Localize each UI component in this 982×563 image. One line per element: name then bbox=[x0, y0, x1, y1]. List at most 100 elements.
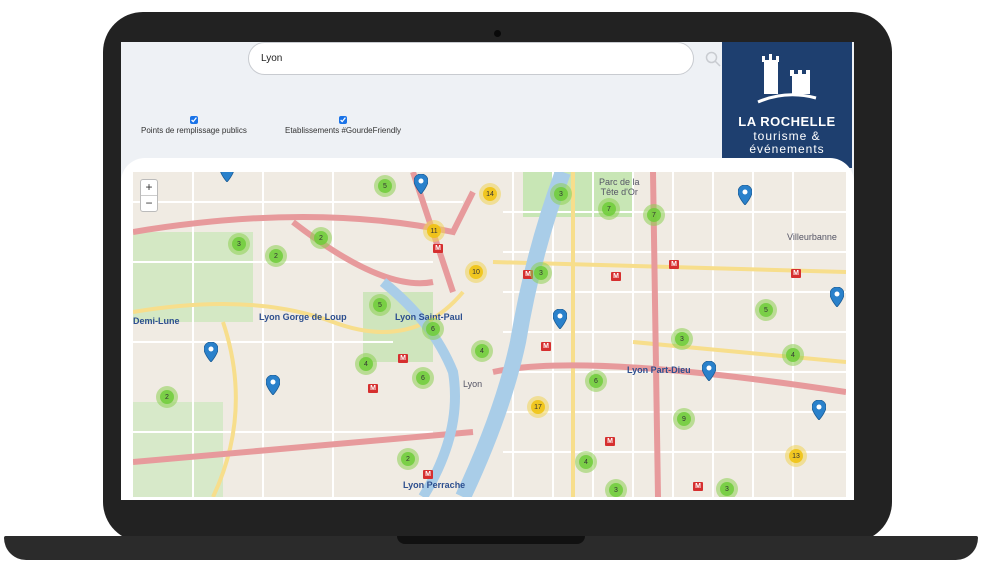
metro-icon: M bbox=[693, 482, 703, 491]
zoom-control: + − bbox=[140, 179, 158, 212]
metro-icon: M bbox=[368, 384, 378, 393]
marker-cluster-count: 6 bbox=[431, 325, 435, 333]
filter-gourde-friendly-label: Etablissements #GourdeFriendly bbox=[285, 126, 402, 135]
marker-cluster[interactable]: 3 bbox=[530, 262, 552, 284]
marker-cluster-count: 9 bbox=[682, 415, 686, 423]
marker-cluster[interactable]: 17 bbox=[527, 396, 549, 418]
marker-cluster-count: 2 bbox=[165, 393, 169, 401]
metro-icon: M bbox=[433, 244, 443, 253]
marker-cluster-count: 4 bbox=[791, 351, 795, 359]
marker-cluster[interactable]: 4 bbox=[471, 340, 493, 362]
search-input[interactable] bbox=[248, 42, 694, 75]
marker-cluster-count: 17 bbox=[534, 403, 542, 411]
label-lyon: Lyon bbox=[463, 379, 483, 389]
filter-public-refill-label: Points de remplissage publics bbox=[141, 126, 247, 135]
webcam bbox=[494, 30, 501, 37]
location-pin-icon[interactable] bbox=[830, 287, 844, 307]
marker-cluster-count: 4 bbox=[480, 347, 484, 355]
marker-cluster-count: 7 bbox=[652, 211, 656, 219]
metro-icon: M bbox=[541, 342, 551, 351]
label-lyon-perrache: Lyon Perrache bbox=[403, 480, 466, 490]
marker-cluster[interactable]: 6 bbox=[412, 367, 434, 389]
metro-icon: M bbox=[605, 437, 615, 446]
marker-cluster[interactable]: 4 bbox=[782, 344, 804, 366]
marker-cluster-count: 3 bbox=[237, 240, 241, 248]
filter-public-refill-checkbox[interactable] bbox=[189, 116, 198, 124]
map-background bbox=[133, 172, 846, 497]
marker-cluster-count: 3 bbox=[680, 335, 684, 343]
location-pin-icon[interactable] bbox=[266, 375, 280, 395]
marker-cluster-count: 10 bbox=[472, 268, 480, 276]
marker-cluster-count: 3 bbox=[725, 485, 729, 493]
location-pin-icon[interactable] bbox=[702, 361, 716, 381]
marker-cluster[interactable]: 7 bbox=[643, 204, 665, 226]
marker-cluster-count: 11 bbox=[430, 227, 438, 235]
marker-cluster-count: 5 bbox=[764, 306, 768, 314]
marker-cluster-count: 3 bbox=[559, 190, 563, 198]
marker-cluster-count: 2 bbox=[274, 252, 278, 260]
metro-icon: M bbox=[791, 269, 801, 278]
marker-cluster-count: 3 bbox=[614, 486, 618, 494]
label-lyon-gorge-de-loup: Lyon Gorge de Loup bbox=[259, 312, 347, 322]
marker-cluster[interactable]: 4 bbox=[355, 353, 377, 375]
metro-icon: M bbox=[423, 470, 433, 479]
marker-cluster-count: 13 bbox=[792, 452, 800, 460]
brand-name: LA ROCHELLE bbox=[738, 114, 836, 129]
screen: Points de remplissage publics Etablissem… bbox=[121, 42, 854, 500]
location-pin-icon[interactable] bbox=[220, 172, 234, 182]
laptop-hinge-notch bbox=[397, 536, 585, 544]
metro-icon: M bbox=[398, 354, 408, 363]
zoom-out-button[interactable]: − bbox=[141, 195, 157, 211]
brand-tagline-2: événements bbox=[749, 142, 825, 156]
location-pin-icon[interactable] bbox=[553, 309, 567, 329]
marker-cluster[interactable]: 9 bbox=[673, 408, 695, 430]
marker-cluster-count: 7 bbox=[607, 205, 611, 213]
marker-cluster[interactable]: 3 bbox=[716, 478, 738, 497]
location-pin-icon[interactable] bbox=[204, 342, 218, 362]
location-pin-icon[interactable] bbox=[812, 400, 826, 420]
filter-gourde-friendly-checkbox[interactable] bbox=[339, 116, 348, 124]
filter-gourde-friendly[interactable]: Etablissements #GourdeFriendly bbox=[285, 116, 401, 135]
metro-icon: M bbox=[669, 260, 679, 269]
marker-cluster-count: 4 bbox=[364, 360, 368, 368]
marker-cluster[interactable]: 10 bbox=[465, 261, 487, 283]
marker-cluster-count: 6 bbox=[421, 374, 425, 382]
marker-cluster[interactable]: 13 bbox=[785, 445, 807, 467]
label-villeurbanne: Villeurbanne bbox=[787, 232, 837, 242]
marker-cluster-count: 14 bbox=[486, 190, 494, 198]
filter-public-refill[interactable]: Points de remplissage publics bbox=[141, 116, 247, 135]
marker-cluster[interactable]: 5 bbox=[755, 299, 777, 321]
metro-icon: M bbox=[611, 272, 621, 281]
brand-logo-panel: LA ROCHELLE tourisme & événements bbox=[722, 42, 852, 168]
zoom-in-button[interactable]: + bbox=[141, 180, 157, 195]
marker-cluster[interactable]: 6 bbox=[422, 318, 444, 340]
marker-cluster[interactable]: 3 bbox=[228, 233, 250, 255]
marker-cluster-count: 2 bbox=[319, 234, 323, 242]
marker-cluster[interactable]: 6 bbox=[585, 370, 607, 392]
marker-cluster[interactable]: 2 bbox=[310, 227, 332, 249]
map[interactable]: + − Parc de la Tête d'Or Villeurbanne Ly… bbox=[133, 172, 846, 497]
marker-cluster[interactable]: 4 bbox=[575, 451, 597, 473]
marker-cluster-count: 5 bbox=[378, 301, 382, 309]
marker-cluster[interactable]: 2 bbox=[265, 245, 287, 267]
marker-cluster[interactable]: 14 bbox=[479, 183, 501, 205]
marker-cluster[interactable]: 7 bbox=[598, 198, 620, 220]
marker-cluster[interactable]: 2 bbox=[156, 386, 178, 408]
location-pin-icon[interactable] bbox=[414, 174, 428, 194]
marker-cluster-count: 3 bbox=[539, 269, 543, 277]
towers-logo-icon bbox=[757, 54, 817, 104]
marker-cluster[interactable]: 11 bbox=[423, 220, 445, 242]
marker-cluster[interactable]: 3 bbox=[550, 183, 572, 205]
brand-tagline-1: tourisme & bbox=[753, 129, 821, 143]
location-pin-icon[interactable] bbox=[738, 185, 752, 205]
label-parc-tete-dor: Parc de la Tête d'Or bbox=[599, 177, 640, 197]
marker-cluster[interactable]: 3 bbox=[671, 328, 693, 350]
marker-cluster[interactable]: 5 bbox=[369, 294, 391, 316]
marker-cluster[interactable]: 2 bbox=[397, 448, 419, 470]
label-lyon-part-dieu: Lyon Part-Dieu bbox=[627, 365, 691, 375]
marker-cluster-count: 6 bbox=[594, 377, 598, 385]
marker-cluster[interactable]: 5 bbox=[374, 175, 396, 197]
marker-cluster-count: 2 bbox=[406, 455, 410, 463]
search-icon[interactable] bbox=[704, 50, 722, 68]
marker-cluster[interactable]: 3 bbox=[605, 479, 627, 497]
